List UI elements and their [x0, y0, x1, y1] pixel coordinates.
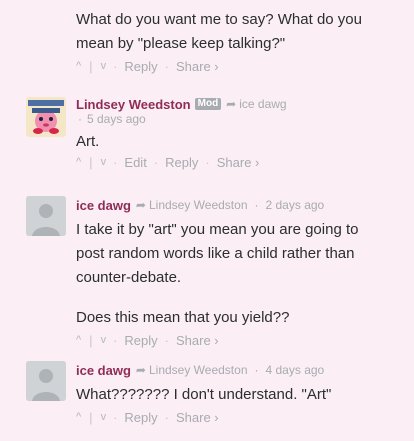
avatar-image	[26, 97, 66, 137]
upvote-button[interactable]: ^	[76, 60, 81, 72]
downvote-button[interactable]: v	[101, 411, 107, 423]
downvote-icon: v	[100, 156, 107, 168]
upvote-button[interactable]: ^	[76, 334, 81, 346]
reply-to-name[interactable]: ice dawg	[239, 97, 286, 111]
author-name[interactable]: ice dawg	[76, 198, 131, 213]
vote-divider: |	[89, 58, 93, 74]
upvote-button[interactable]: ^	[76, 411, 81, 423]
mod-badge: Mod	[194, 98, 222, 110]
dot-separator: ·	[254, 198, 259, 212]
dot-separator: ·	[254, 363, 259, 377]
author-name[interactable]: ice dawg	[76, 363, 131, 378]
dot-separator: ·	[164, 332, 169, 348]
avatar-ice-dawg[interactable]	[26, 196, 66, 236]
share-link[interactable]: Share ›	[217, 155, 260, 170]
comment-header: ice dawg ➦ Lindsey Weedston · 4 days ago	[76, 362, 406, 378]
default-avatar-icon	[26, 196, 66, 236]
dot-separator: ·	[205, 154, 210, 170]
reply-arrow-icon: ➦	[135, 198, 146, 212]
avatar-ice-dawg[interactable]	[26, 361, 66, 401]
comment-actions: ^ | v · Reply · Share ›	[76, 58, 386, 74]
comment-2: Lindsey Weedston Mod ➦ ice dawg · 5 days…	[76, 96, 406, 170]
dot-separator: ·	[164, 58, 169, 74]
avatar-lindsey-weedston[interactable]	[26, 97, 66, 137]
timestamp[interactable]: 4 days ago	[266, 363, 325, 377]
comment-header: ice dawg ➦ Lindsey Weedston · 2 days ago	[76, 197, 406, 213]
comment-3: ice dawg ➦ Lindsey Weedston · 2 days ago…	[76, 197, 406, 348]
share-link[interactable]: Share ›	[176, 410, 219, 425]
downvote-button[interactable]: v	[101, 334, 107, 346]
timestamp[interactable]: 5 days ago	[87, 112, 146, 126]
edit-link[interactable]: Edit	[124, 155, 146, 170]
dot-separator: ·	[113, 332, 118, 348]
reply-arrow-icon: ➦	[135, 363, 146, 377]
timestamp[interactable]: 2 days ago	[266, 198, 325, 212]
comment-meta: · 5 days ago	[78, 112, 406, 126]
vote-divider: |	[89, 332, 93, 348]
dot-separator: ·	[164, 409, 169, 425]
upvote-icon: ^	[76, 411, 82, 423]
comment-text: I take it by "art" you mean you are goin…	[76, 221, 359, 286]
author-name[interactable]: Lindsey Weedston	[76, 97, 191, 112]
comment-text: Art.	[76, 133, 100, 150]
downvote-button[interactable]: v	[101, 60, 107, 72]
comment-text: What??????? I don't understand. "Art"	[76, 386, 332, 403]
dot-separator: ·	[153, 154, 159, 170]
comment-actions: ^ | v · Reply · Share ›	[76, 409, 406, 425]
upvote-button[interactable]: ^	[76, 156, 81, 168]
reply-arrow-icon: ➦	[226, 97, 237, 111]
vote-divider: |	[89, 154, 93, 170]
comment-actions: ^ | v · Reply · Share ›	[76, 332, 406, 348]
downvote-button[interactable]: v	[101, 156, 107, 168]
default-avatar-icon	[26, 361, 66, 401]
comment-text: Does this mean that you yield??	[76, 309, 290, 326]
share-link[interactable]: Share ›	[176, 333, 219, 348]
dot-separator: ·	[78, 112, 82, 126]
dot-separator: ·	[113, 409, 118, 425]
comment-4: ice dawg ➦ Lindsey Weedston · 4 days ago…	[76, 362, 406, 425]
downvote-icon: v	[100, 60, 107, 72]
reply-to-name[interactable]: Lindsey Weedston	[149, 363, 248, 377]
reply-link[interactable]: Reply	[124, 410, 157, 425]
comment-1: What do you want me to say? What do you …	[76, 8, 386, 74]
downvote-icon: v	[100, 334, 107, 346]
reply-link[interactable]: Reply	[165, 155, 198, 170]
comment-header: Lindsey Weedston Mod ➦ ice dawg	[76, 96, 406, 112]
upvote-icon: ^	[76, 156, 82, 168]
vote-divider: |	[89, 409, 93, 425]
downvote-icon: v	[100, 411, 107, 423]
dot-separator: ·	[113, 154, 118, 170]
comment-actions: ^ | v · Edit · Reply · Share ›	[76, 154, 406, 170]
reply-to-name[interactable]: Lindsey Weedston	[149, 198, 248, 212]
reply-link[interactable]: Reply	[124, 59, 157, 74]
comment-text: What do you want me to say? What do you …	[76, 11, 362, 52]
share-link[interactable]: Share ›	[176, 59, 219, 74]
dot-separator: ·	[113, 58, 118, 74]
reply-link[interactable]: Reply	[124, 333, 157, 348]
upvote-icon: ^	[76, 334, 82, 346]
upvote-icon: ^	[76, 60, 82, 72]
